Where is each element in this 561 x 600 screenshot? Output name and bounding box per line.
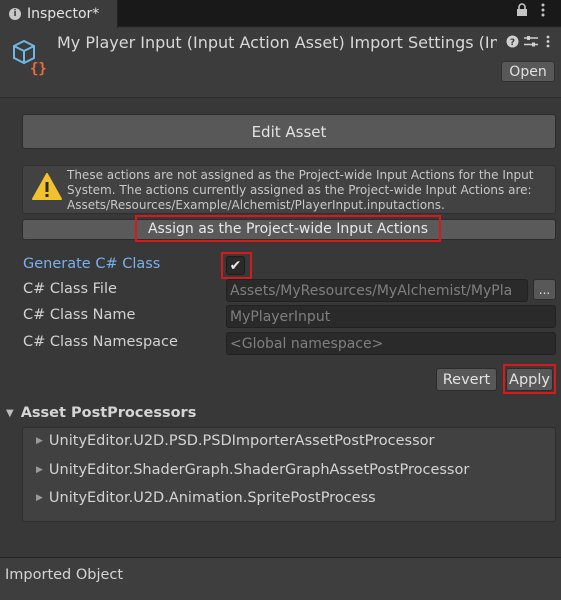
postprocessor-label: UnityEditor.U2D.PSD.PSDImporterAssetPost… [48, 433, 435, 449]
revert-button[interactable]: Revert [436, 368, 497, 391]
svg-text:?: ? [510, 38, 515, 48]
edit-asset-button[interactable]: Edit Asset [22, 114, 556, 149]
input-action-asset-icon: {} [10, 36, 50, 77]
class-file-field[interactable]: Assets/MyResources/MyAlchemist/MyPla [226, 279, 528, 302]
preset-settings-icon[interactable] [523, 35, 539, 52]
kebab-menu-icon[interactable] [541, 3, 545, 21]
postprocessors-list: ▶ UnityEditor.U2D.PSD.PSDImporterAssetPo… [22, 427, 556, 522]
generate-class-label: Generate C# Class [23, 256, 161, 272]
triangle-right-icon: ▶ [36, 493, 43, 503]
info-icon: i [9, 8, 21, 20]
postprocessor-item[interactable]: ▶ UnityEditor.U2D.Animation.SpritePostPr… [36, 490, 376, 506]
warning-icon [31, 172, 63, 202]
postprocessor-item[interactable]: ▶ UnityEditor.U2D.PSD.PSDImporterAssetPo… [36, 433, 434, 449]
postprocessor-item[interactable]: ▶ UnityEditor.ShaderGraph.ShaderGraphAss… [36, 462, 469, 478]
lock-icon[interactable] [516, 3, 528, 21]
class-namespace-label: C# Class Namespace [23, 334, 178, 350]
postprocessors-foldout[interactable]: ▼ Asset PostProcessors [6, 405, 196, 421]
imported-object-label: Imported Object [5, 567, 124, 583]
postprocessors-title: Asset PostProcessors [20, 405, 197, 421]
help-icon[interactable]: ? [506, 35, 519, 52]
apply-button[interactable]: Apply [506, 368, 553, 391]
class-file-label: C# Class File [23, 281, 117, 297]
kebab-menu-icon[interactable] [546, 35, 550, 52]
postprocessor-label: UnityEditor.ShaderGraph.ShaderGraphAsset… [48, 462, 470, 478]
inspector-header: {} My Player Input (Input Action Asset) … [0, 28, 561, 98]
triangle-right-icon: ▶ [36, 465, 43, 475]
open-button[interactable]: Open [501, 61, 555, 82]
browse-button[interactable]: ... [533, 279, 556, 300]
class-name-label: C# Class Name [23, 307, 136, 323]
warning-helpbox: These actions are not assigned as the Pr… [22, 165, 556, 214]
generate-class-checkbox[interactable]: ✔ [226, 256, 245, 275]
page-title: My Player Input (Input Action Asset) Imp… [57, 33, 497, 52]
postprocessor-label: UnityEditor.U2D.Animation.SpritePostProc… [48, 490, 376, 506]
imported-object-header[interactable]: Imported Object [0, 557, 561, 600]
triangle-down-icon: ▼ [6, 407, 14, 419]
class-name-field[interactable]: MyPlayerInput [226, 305, 556, 328]
tab-label: Inspector* [27, 6, 100, 22]
svg-text:{}: {} [30, 61, 47, 76]
class-namespace-field[interactable]: <Global namespace> [226, 332, 556, 355]
triangle-right-icon: ▶ [36, 436, 43, 446]
tab-inspector[interactable]: i Inspector* [0, 0, 118, 28]
tab-bar: i Inspector* [0, 0, 561, 28]
warning-text: These actions are not assigned as the Pr… [67, 168, 534, 212]
assign-project-wide-button[interactable]: Assign as the Project-wide Input Actions [135, 215, 441, 242]
